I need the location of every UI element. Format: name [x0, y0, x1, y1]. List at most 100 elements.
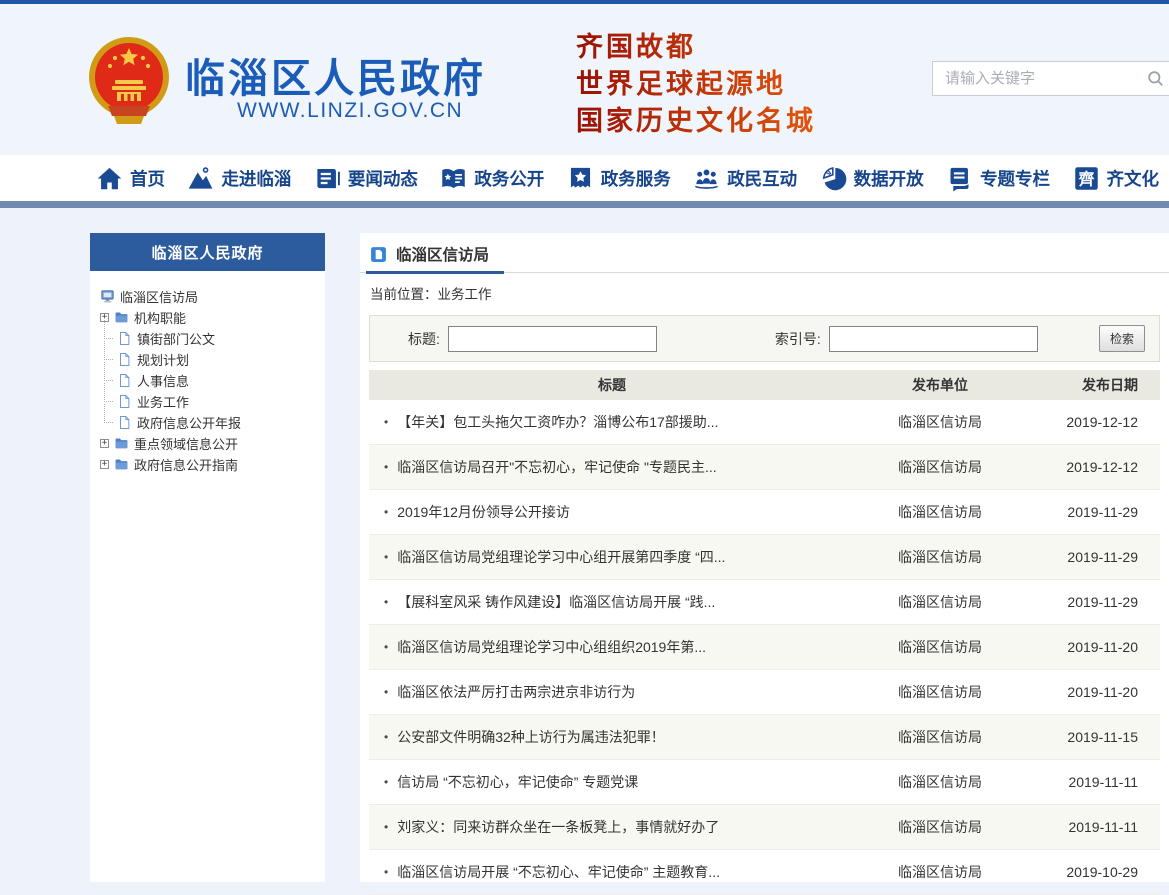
nav-item-interaction[interactable]: 政民互动: [693, 165, 797, 192]
tree-item-label: 规划计划: [137, 350, 189, 369]
table-body: • 【年关】包工头拖欠工资咋办？淄博公布17部援助... 临淄区信访局 2019…: [369, 400, 1160, 895]
article-link[interactable]: • 信访局 “不忘初心，牢记使命” 专题党课: [369, 772, 855, 792]
table-row: • 【展科室风采 铸作风建设】临淄区信访局开展 “践... 临淄区信访局 201…: [369, 580, 1160, 625]
article-unit: 临淄区信访局: [855, 457, 1025, 477]
article-link[interactable]: • 2019年12月份领导公开接访: [369, 502, 855, 522]
site-search-input[interactable]: [945, 70, 1146, 87]
table-row: • 临淄区信访局党组理论学习中心组组织2019年第... 临淄区信访局 2019…: [369, 625, 1160, 670]
tree-item-label: 镇街部门公文: [137, 329, 215, 348]
article-link[interactable]: • 临淄区依法严厉打击两宗进京非访行为: [369, 682, 855, 702]
article-date: 2019-11-20: [1025, 639, 1160, 655]
article-date: 2019-11-11: [1025, 819, 1160, 835]
article-unit: 临淄区信访局: [855, 412, 1025, 432]
table-header-unit: 发布单位: [855, 375, 1025, 395]
nav-item-icon: [820, 165, 847, 192]
section-header: 临淄区信访局: [360, 233, 1169, 273]
article-link[interactable]: • 临淄区信访局党组理论学习中心组开展第四季度 “四...: [369, 547, 855, 567]
table-row: • 临淄区信访局开展 “不忘初心、牢记使命” 主题教育... 临淄区信访局 20…: [369, 850, 1160, 895]
table-row: • 临淄区信访局党组理论学习中心组开展第四季度 “四... 临淄区信访局 201…: [369, 535, 1160, 580]
nav-item-icon: [567, 165, 594, 192]
nav-item-label: 政民互动: [727, 166, 797, 191]
tree-item-label: 业务工作: [137, 392, 189, 411]
filter-index-input[interactable]: [829, 326, 1038, 352]
article-link[interactable]: • 临淄区信访局开展 “不忘初心、牢记使命” 主题教育...: [369, 862, 855, 882]
article-unit: 临淄区信访局: [855, 862, 1025, 882]
tree-item-label: 重点领域信息公开: [134, 434, 238, 453]
table-row: • 【年关】包工头拖欠工资咋办？淄博公布17部援助... 临淄区信访局 2019…: [369, 400, 1160, 445]
article-date: 2019-10-29: [1025, 864, 1160, 880]
site-header: 临淄区人民政府 WWW.LINZI.GOV.CN 齐国故都 世界足球起源地 国家…: [0, 4, 1169, 155]
bullet-icon: •: [384, 865, 388, 879]
tree-item-4[interactable]: 人事信息: [100, 370, 317, 391]
tree-item-7[interactable]: + 重点领域信息公开: [100, 433, 317, 454]
nav-item-news[interactable]: 要闻动态: [314, 165, 418, 192]
breadcrumb: 当前位置：业务工作: [360, 273, 1169, 309]
article-date: 2019-12-12: [1025, 414, 1160, 430]
nav-item-icon: [1073, 165, 1100, 192]
table-row: • 刘家义：同来访群众坐在一条板凳上，事情就好办了 临淄区信访局 2019-11…: [369, 805, 1160, 850]
article-link[interactable]: • 临淄区信访局党组理论学习中心组组织2019年第...: [369, 637, 855, 657]
nav-item-open-data[interactable]: 数据开放: [820, 165, 924, 192]
article-title: 信访局 “不忘初心，牢记使命” 专题党课: [397, 772, 638, 792]
article-unit: 临淄区信访局: [855, 817, 1025, 837]
article-date: 2019-11-29: [1025, 594, 1160, 610]
nav-item-gov-services[interactable]: 政务服务: [567, 165, 671, 192]
table-row: • 临淄区依法严厉打击两宗进京非访行为 临淄区信访局 2019-11-20: [369, 670, 1160, 715]
tree-node-icon: [117, 373, 132, 388]
article-date: 2019-12-12: [1025, 459, 1160, 475]
bullet-icon: •: [384, 685, 388, 699]
table-header-date: 发布日期: [1025, 375, 1160, 395]
nav-item-label: 首页: [130, 166, 165, 191]
main-nav: 首页 走进临淄 要闻动态 政务公开 政务服务 政民互动 数据开放 专题专栏 齐文…: [0, 155, 1169, 201]
tree-item-0[interactable]: 临淄区信访局: [100, 286, 317, 307]
nav-item-label: 要闻动态: [348, 166, 418, 191]
tree-item-3[interactable]: 规划计划: [100, 349, 317, 370]
search-icon[interactable]: [1146, 69, 1165, 88]
article-unit: 临淄区信访局: [855, 727, 1025, 747]
tree-expander-icon[interactable]: +: [100, 460, 109, 469]
article-link[interactable]: • 临淄区信访局召开"不忘初心，牢记使命 "专题民主...: [369, 457, 855, 477]
sidebar-title: 临淄区人民政府: [90, 233, 325, 271]
tree-item-6[interactable]: 政府信息公开年报: [100, 412, 317, 433]
nav-item-icon: [314, 165, 341, 192]
bullet-icon: •: [384, 415, 388, 429]
tree-item-2[interactable]: 镇街部门公文: [100, 328, 317, 349]
article-link[interactable]: • 刘家义：同来访群众坐在一条板凳上，事情就好办了: [369, 817, 855, 837]
nav-item-about-linzi[interactable]: 走进临淄: [187, 165, 291, 192]
bullet-icon: •: [384, 595, 388, 609]
article-link[interactable]: • 【展科室风采 铸作风建设】临淄区信访局开展 “践...: [369, 592, 855, 612]
tree-expander-icon[interactable]: +: [100, 439, 109, 448]
bullet-icon: •: [384, 820, 388, 834]
tree-item-5[interactable]: 业务工作: [100, 391, 317, 412]
article-link[interactable]: • 公安部文件明确32种上访行为属违法犯罪！: [369, 727, 855, 747]
section-title-underline: [366, 271, 504, 274]
tree-item-1[interactable]: + 机构职能: [100, 307, 317, 328]
article-title: 临淄区信访局开展 “不忘初心、牢记使命” 主题教育...: [397, 862, 720, 882]
nav-item-gov-disclosure[interactable]: 政务公开: [440, 165, 544, 192]
nav-item-icon: [440, 165, 467, 192]
article-link[interactable]: • 【年关】包工头拖欠工资咋办？淄博公布17部援助...: [369, 412, 855, 432]
nav-item-icon: [946, 165, 973, 192]
sidebar-tree: 临淄区信访局 + 机构职能 镇街部门公文 规划计划 人事信息 业务工作 政府信息…: [90, 271, 325, 485]
slogan-line-1: 齐国故都: [576, 29, 816, 66]
filter-title-input[interactable]: [448, 326, 657, 352]
filter-title-label: 标题:: [408, 329, 440, 349]
article-unit: 临淄区信访局: [855, 772, 1025, 792]
nav-item-label: 政务服务: [601, 166, 671, 191]
tree-item-label: 政府信息公开年报: [137, 413, 241, 432]
bullet-icon: •: [384, 730, 388, 744]
nav-item-icon: [693, 165, 720, 192]
nav-item-topics[interactable]: 专题专栏: [946, 165, 1050, 192]
article-title: 【展科室风采 铸作风建设】临淄区信访局开展 “践...: [397, 592, 715, 612]
tree-item-8[interactable]: + 政府信息公开指南: [100, 454, 317, 475]
article-unit: 临淄区信访局: [855, 592, 1025, 612]
nav-item-qi-culture[interactable]: 齐文化: [1073, 165, 1160, 192]
table-row: • 临淄区信访局召开"不忘初心，牢记使命 "专题民主... 临淄区信访局 201…: [369, 445, 1160, 490]
tree-item-label: 临淄区信访局: [120, 287, 198, 306]
filter-search-button[interactable]: 检索: [1099, 325, 1145, 352]
tree-item-label: 机构职能: [134, 308, 186, 327]
table-header-title: 标题: [369, 375, 855, 395]
table-row: • 公安部文件明确32种上访行为属违法犯罪！ 临淄区信访局 2019-11-15: [369, 715, 1160, 760]
nav-item-home[interactable]: 首页: [96, 165, 165, 192]
nav-item-label: 走进临淄: [221, 166, 291, 191]
